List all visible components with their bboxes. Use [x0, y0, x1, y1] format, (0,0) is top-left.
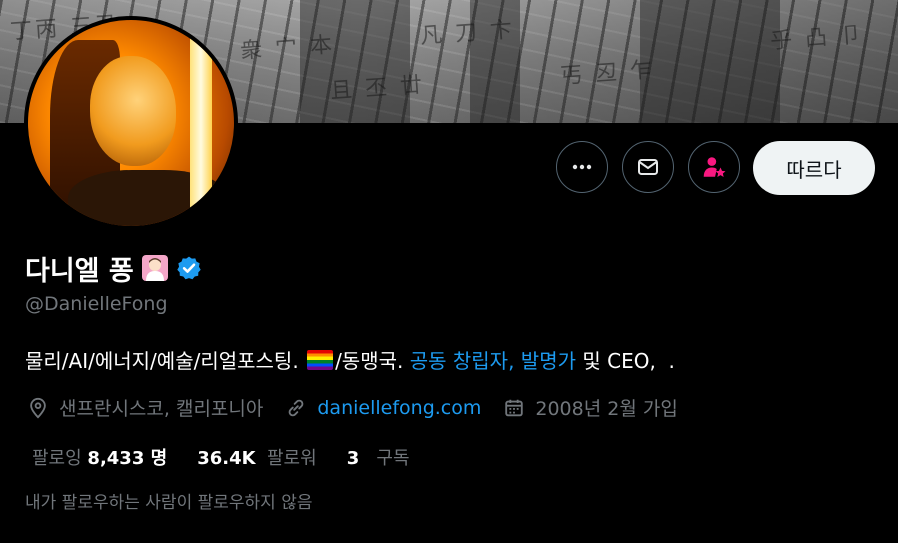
bio-text-1: 물리/AI/에너지/예술/리얼포스팅. — [25, 349, 306, 373]
display-name: 다니엘 퐁 — [25, 255, 134, 287]
avatar-light — [190, 20, 212, 226]
subscriptions-link[interactable]: 3 구독 — [347, 444, 410, 470]
message-button[interactable] — [622, 141, 674, 193]
profile-stats: 팔로잉 8,433 명 36.4K 팔로워 3 구독 — [32, 444, 440, 470]
location-text: 샌프란시스코, 캘리포니아 — [59, 398, 264, 420]
not-followed-by-anyone-you-follow: 내가 팔로우하는 사람이 팔로우하지 않음 — [25, 493, 313, 513]
woman-scientist-emoji — [141, 255, 168, 281]
calendar-icon — [505, 399, 524, 416]
more-icon — [572, 164, 592, 170]
rainbow-flag-icon — [307, 349, 334, 370]
profile-bio: 물리/AI/에너지/예술/리얼포스팅. /동맹국. 공동 창립자, 발명가 및 … — [25, 345, 675, 374]
verified-badge-icon — [177, 256, 201, 280]
website-link[interactable]: daniellefong.com — [317, 397, 481, 419]
mail-icon — [638, 159, 658, 175]
follow-button[interactable]: 따르다 — [753, 141, 875, 195]
bio-text-3: 및 CEO, . — [576, 349, 675, 373]
link-icon — [289, 399, 304, 416]
profile-handle: @DanielleFong — [25, 293, 168, 315]
follow-label: 따르다 — [786, 157, 842, 182]
meta-location: 샌프란시스코, 캘리포니아 — [27, 394, 263, 421]
bio-link[interactable]: 공동 창립자, 발명가 — [410, 345, 576, 374]
location-pin-icon — [30, 397, 46, 418]
profile-avatar[interactable] — [24, 16, 238, 230]
meta-joined: 2008년 2월 가입 — [503, 394, 678, 421]
followers-label: 팔로워 — [267, 448, 317, 469]
meta-website: daniellefong.com — [285, 397, 481, 419]
avatar-face — [90, 56, 176, 166]
joined-text: 2008년 2월 가입 — [535, 398, 678, 420]
following-count: 8,433 명 — [87, 448, 168, 469]
following-label: 팔로잉 — [32, 448, 82, 469]
subscriptions-count: 3 — [346, 448, 360, 469]
profile-name-row: 다니엘 퐁 — [25, 250, 202, 287]
followers-link[interactable]: 36.4K 팔로워 — [197, 444, 317, 470]
subscribe-button[interactable] — [688, 141, 740, 193]
following-link[interactable]: 팔로잉 8,433 명 — [32, 444, 167, 470]
followers-count: 36.4K — [197, 448, 256, 469]
more-button[interactable] — [556, 141, 608, 193]
subscriptions-label: 구독 — [376, 448, 410, 469]
subscribe-person-star-icon — [703, 157, 726, 177]
profile-meta: 샌프란시스코, 캘리포니아 daniellefong.com 2008년 2월 … — [27, 394, 700, 421]
bio-text-2: /동맹국. — [335, 349, 410, 373]
